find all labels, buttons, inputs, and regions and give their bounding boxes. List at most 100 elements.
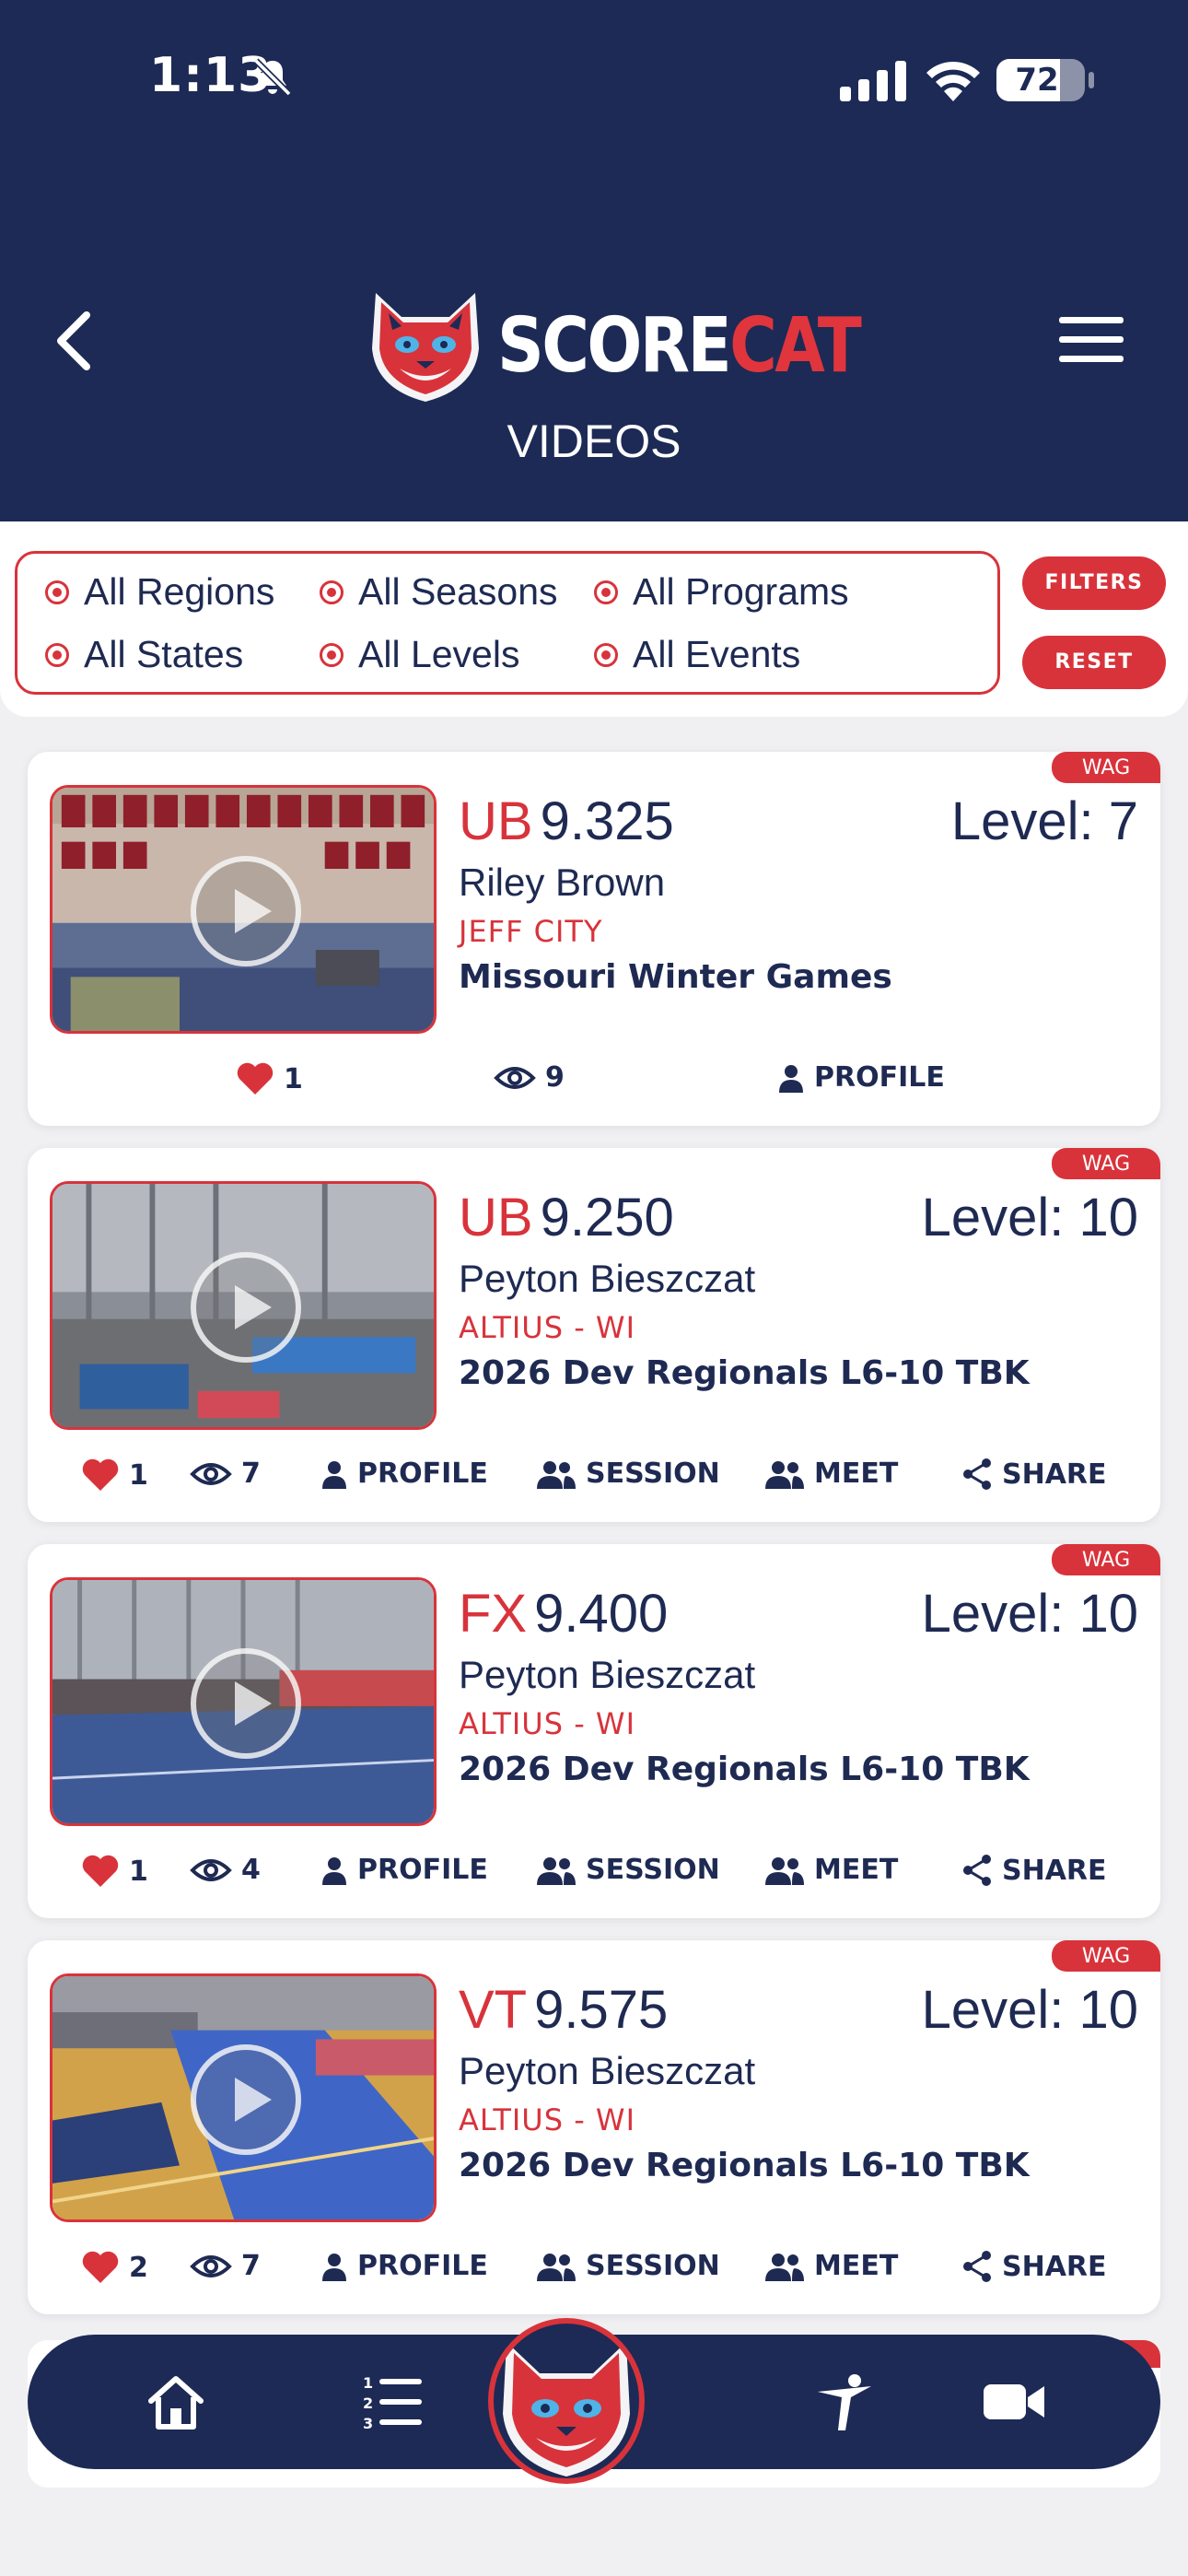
group-icon xyxy=(765,1460,804,1489)
radio-dot-icon xyxy=(45,642,69,667)
session-label: SESSION xyxy=(586,1458,720,1490)
like-button[interactable]: 1 xyxy=(236,1061,303,1096)
session-button[interactable]: SESSION xyxy=(536,2250,720,2282)
program-badge: WAG xyxy=(1052,1940,1160,1972)
gymnast-name[interactable]: Peyton Bieszczat xyxy=(459,1257,755,1301)
view-count-value: 7 xyxy=(241,2250,261,2282)
video-thumbnail[interactable] xyxy=(50,1181,437,1430)
gymnast-name[interactable]: Peyton Bieszczat xyxy=(459,1653,755,1697)
share-label: SHARE xyxy=(1002,1854,1107,1887)
filters-button[interactable]: FILTERS xyxy=(1022,556,1166,610)
play-icon[interactable] xyxy=(191,1648,301,1759)
filter-events[interactable]: All Events xyxy=(594,633,800,676)
score-line: UB 9.325 xyxy=(459,790,674,852)
logo-word-score: SCORE xyxy=(497,302,732,390)
level-label: Level: 10 xyxy=(921,1188,1138,1247)
home-icon[interactable] xyxy=(144,2371,208,2432)
profile-button[interactable]: PROFILE xyxy=(320,1458,488,1490)
battery-percent: 72 xyxy=(1015,62,1059,99)
meet-button[interactable]: MEET xyxy=(764,1458,898,1490)
profile-button[interactable]: PROFILE xyxy=(777,1061,945,1094)
ranked-list-icon[interactable]: 1 2 3 xyxy=(361,2371,425,2432)
filter-levels[interactable]: All Levels xyxy=(320,633,519,676)
reset-button[interactable]: RESET xyxy=(1022,636,1166,689)
session-button[interactable]: SESSION xyxy=(536,1458,720,1490)
eye-icon xyxy=(190,2254,232,2277)
play-icon[interactable] xyxy=(191,856,301,966)
filter-panel: All Regions All Seasons All Programs All… xyxy=(0,521,1188,717)
meet-name: 2026 Dev Regionals L6-10 TBK xyxy=(459,1751,1030,1788)
play-icon[interactable] xyxy=(191,2044,301,2155)
like-count: 1 xyxy=(284,1062,303,1095)
program-badge: WAG xyxy=(1052,1148,1160,1179)
share-icon xyxy=(963,1855,991,1886)
gymnast-name[interactable]: Peyton Bieszczat xyxy=(459,2049,755,2093)
filter-seasons[interactable]: All Seasons xyxy=(320,570,558,614)
like-button[interactable]: 1 xyxy=(81,1854,148,1889)
scorecat-home-button[interactable] xyxy=(488,2318,645,2484)
filter-states[interactable]: All States xyxy=(45,633,243,676)
status-bar: 1:13 72 xyxy=(0,0,1188,157)
profile-button[interactable]: PROFILE xyxy=(320,1854,488,1886)
video-card[interactable]: WAG UB 9.325 Level: 7 Riley Brown JEFF CI… xyxy=(28,752,1160,1126)
profile-button[interactable]: PROFILE xyxy=(320,2250,488,2282)
radio-dot-icon xyxy=(594,642,618,667)
heart-icon xyxy=(237,1062,274,1095)
score-value: 9.325 xyxy=(540,791,674,851)
video-card[interactable]: WAG VT 9.575 Level: 10 Peyton Bieszczat A… xyxy=(28,1940,1160,2314)
video-thumbnail[interactable] xyxy=(50,785,437,1034)
level-label: Level: 7 xyxy=(950,791,1138,851)
group-icon xyxy=(537,1460,576,1489)
event-code: VT xyxy=(459,1980,528,2040)
video-card[interactable]: WAG FX 9.400 Level: 10 Peyton Bieszczat A… xyxy=(28,1544,1160,1918)
like-count: 1 xyxy=(129,1855,148,1888)
scorecat-logo-icon xyxy=(503,2342,630,2476)
group-icon xyxy=(765,1856,804,1885)
back-arrow-icon[interactable] xyxy=(46,304,101,378)
score-line: UB 9.250 xyxy=(459,1187,674,1248)
profile-label: PROFILE xyxy=(357,2250,488,2282)
like-button[interactable]: 2 xyxy=(81,2250,148,2285)
filter-states-label: All States xyxy=(84,633,244,675)
meet-name: 2026 Dev Regionals L6-10 TBK xyxy=(459,2147,1030,2184)
radio-dot-icon xyxy=(320,642,344,667)
filter-programs[interactable]: All Programs xyxy=(594,570,849,614)
share-button[interactable]: SHARE xyxy=(961,1854,1107,1887)
app-header: 1:13 72 SCORECAT VIDEOS xyxy=(0,0,1188,521)
like-button[interactable]: 1 xyxy=(81,1458,148,1493)
person-icon xyxy=(322,1460,346,1489)
share-label: SHARE xyxy=(1002,1458,1107,1491)
filter-regions[interactable]: All Regions xyxy=(45,570,274,614)
play-icon[interactable] xyxy=(191,1252,301,1363)
heart-icon xyxy=(82,1458,119,1491)
meet-button[interactable]: MEET xyxy=(764,2250,898,2282)
club-name: ALTIUS - WI xyxy=(459,2102,635,2137)
eye-icon xyxy=(190,1462,232,1485)
gymnast-name[interactable]: Riley Brown xyxy=(459,861,665,905)
svg-text:1: 1 xyxy=(363,2374,373,2392)
session-label: SESSION xyxy=(586,2250,720,2282)
group-icon xyxy=(765,2253,804,2281)
group-icon xyxy=(537,2253,576,2281)
meet-label: MEET xyxy=(814,2250,899,2282)
group-icon xyxy=(537,1856,576,1885)
cellular-signal-icon xyxy=(840,61,906,101)
video-card[interactable]: WAG UB 9.250 Level: 10 Peyton Bieszczat A… xyxy=(28,1148,1160,1522)
video-thumbnail[interactable] xyxy=(50,1577,437,1826)
radio-dot-icon xyxy=(594,580,618,604)
gymnast-icon[interactable] xyxy=(814,2371,879,2432)
video-camera-icon[interactable] xyxy=(982,2371,1046,2432)
share-button[interactable]: SHARE xyxy=(961,2250,1107,2283)
logo-wordmark: SCORECAT xyxy=(497,302,862,390)
page-title: VIDEOS xyxy=(507,416,681,467)
meet-button[interactable]: MEET xyxy=(764,1854,898,1886)
profile-label: PROFILE xyxy=(357,1458,488,1490)
share-button[interactable]: SHARE xyxy=(961,1458,1107,1491)
video-thumbnail[interactable] xyxy=(50,1973,437,2222)
hamburger-menu-icon[interactable] xyxy=(1059,317,1124,367)
view-count-value: 9 xyxy=(545,1061,565,1094)
filter-events-label: All Events xyxy=(633,633,801,675)
event-code: UB xyxy=(459,1188,533,1247)
session-button[interactable]: SESSION xyxy=(536,1854,720,1886)
program-badge: WAG xyxy=(1052,752,1160,783)
